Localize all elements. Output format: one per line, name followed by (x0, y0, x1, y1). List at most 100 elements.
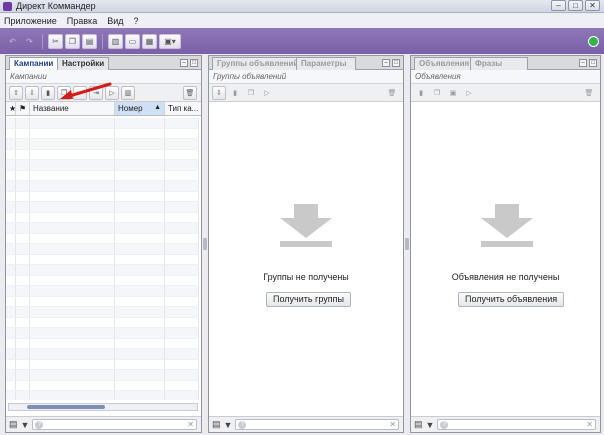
menu-bar: Приложение Правка Вид ? (0, 14, 604, 28)
table-cell (30, 233, 115, 243)
tab-campaigns[interactable]: Кампании (9, 57, 59, 70)
window-controls: – □ ✕ (551, 0, 600, 11)
maximize-button[interactable]: □ (568, 0, 583, 11)
table-cell (165, 328, 199, 338)
minimize-button[interactable]: – (551, 0, 566, 11)
table-cell (30, 286, 115, 296)
menu-help[interactable]: ? (134, 16, 139, 26)
tab-settings[interactable]: Настройки (57, 57, 110, 70)
table-row (6, 170, 199, 181)
columns-view-icon[interactable]: ▭ (125, 33, 140, 49)
tab-ads[interactable]: Объявления (414, 57, 475, 70)
copy-icon[interactable]: ❐ (65, 33, 80, 49)
table-row (6, 328, 199, 339)
table-cell (6, 233, 16, 243)
document-icon[interactable]: ▮ (414, 86, 428, 100)
table-cell (115, 317, 165, 327)
table-row (6, 286, 199, 297)
column-number[interactable]: Номер ▲ (115, 102, 165, 115)
table-cell (115, 233, 165, 243)
panel-minimize-icon[interactable]: – (180, 59, 188, 67)
ads-panel: Объявления Фразы – □ Объявления ▮ ❐ ▣ ▷ 🗑… (410, 55, 601, 433)
redo-icon[interactable]: ↷ (22, 34, 37, 49)
table-cell (30, 170, 115, 180)
filter-icon[interactable]: ▼ (426, 420, 435, 430)
table-cell (115, 370, 165, 380)
tab-phrases[interactable]: Фразы (470, 57, 528, 70)
panel-maximize-icon[interactable]: □ (392, 59, 400, 67)
menu-edit[interactable]: Правка (67, 16, 97, 26)
table-cell (6, 307, 16, 317)
column-name[interactable]: Название (30, 102, 115, 115)
table-cell (165, 212, 199, 222)
filter-input[interactable]: ? ✕ (235, 419, 399, 430)
send-icon[interactable]: ▷ (260, 86, 274, 100)
grid-view-icon[interactable]: ▦ (142, 33, 157, 49)
column-flag[interactable]: ⚑ (16, 102, 30, 115)
menu-app[interactable]: Приложение (4, 16, 57, 26)
send-icon[interactable]: ▷ (462, 86, 476, 100)
table-row (6, 149, 199, 160)
stats-icon[interactable]: ▥ (121, 85, 135, 100)
clear-icon[interactable]: ✕ (586, 420, 593, 429)
document-icon[interactable]: ▮ (41, 85, 55, 100)
clear-icon[interactable]: ✕ (389, 420, 396, 429)
table-cell (115, 380, 165, 390)
annotation-arrow-icon (60, 82, 112, 99)
table-row (6, 191, 199, 202)
upload-icon[interactable]: ⇧ (9, 85, 23, 100)
download-icon[interactable]: ⇩ (25, 85, 39, 100)
download-icon[interactable]: ⇩ (212, 85, 226, 100)
panel-maximize-icon[interactable]: □ (190, 59, 198, 67)
menu-view[interactable]: Вид (107, 16, 123, 26)
table-cell (6, 275, 16, 285)
list-icon[interactable]: ▤ (9, 419, 18, 430)
table-row (6, 380, 199, 391)
copy-group-icon[interactable]: ❐ (244, 86, 258, 100)
sync-status-icon[interactable] (588, 36, 599, 47)
tab-parameters[interactable]: Параметры (296, 57, 356, 70)
filter-input[interactable]: ? ✕ (32, 419, 197, 430)
image-icon[interactable]: ▣ (446, 86, 460, 100)
list-icon[interactable]: ▤ (414, 419, 423, 430)
filter-icon[interactable]: ▼ (224, 420, 233, 430)
trash-icon[interactable]: 🗑 (385, 86, 399, 100)
document-icon[interactable]: ▮ (228, 86, 242, 100)
table-cell (165, 286, 199, 296)
table-cell (6, 286, 16, 296)
trash-icon[interactable]: 🗑 (183, 86, 197, 100)
table-cell (16, 286, 30, 296)
table-cell (115, 265, 165, 275)
panel-maximize-icon[interactable]: □ (589, 59, 597, 67)
table-cell (115, 349, 165, 359)
undo-icon[interactable]: ↶ (5, 34, 20, 49)
column-type[interactable]: Тип ка... (165, 102, 201, 115)
table-cell (6, 359, 16, 369)
get-groups-button[interactable]: Получить группы (266, 292, 351, 307)
trash-icon[interactable]: 🗑 (582, 86, 596, 100)
table-cell (30, 118, 115, 128)
paste-icon[interactable]: ▤ (82, 33, 97, 49)
scroll-thumb[interactable] (27, 405, 105, 409)
panel-minimize-icon[interactable]: – (579, 59, 587, 67)
horizontal-scrollbar[interactable] (8, 403, 198, 411)
table-row (6, 370, 199, 381)
filter-icon[interactable]: ▼ (21, 420, 30, 430)
column-favorite[interactable]: ★ (6, 102, 16, 115)
tab-ad-groups[interactable]: Группы объявлений (212, 57, 304, 70)
get-ads-button[interactable]: Получить объявления (458, 292, 565, 307)
table-cell (165, 191, 199, 201)
list-icon[interactable]: ▤ (212, 419, 221, 430)
tree-view-icon[interactable]: ▥ (108, 33, 123, 49)
layout-dropdown-icon[interactable]: ▣▾ (159, 33, 181, 49)
table-cell (16, 233, 30, 243)
clear-icon[interactable]: ✕ (187, 420, 194, 429)
filter-input[interactable]: ? ✕ (437, 419, 596, 430)
groups-panel: Группы объявлений Параметры – □ Группы об… (208, 55, 404, 433)
table-row (6, 338, 199, 349)
cut-icon[interactable]: ✂ (48, 33, 63, 49)
panel-minimize-icon[interactable]: – (382, 59, 390, 67)
copy-ad-icon[interactable]: ❐ (430, 86, 444, 100)
close-button[interactable]: ✕ (585, 0, 600, 11)
table-row (6, 265, 199, 276)
